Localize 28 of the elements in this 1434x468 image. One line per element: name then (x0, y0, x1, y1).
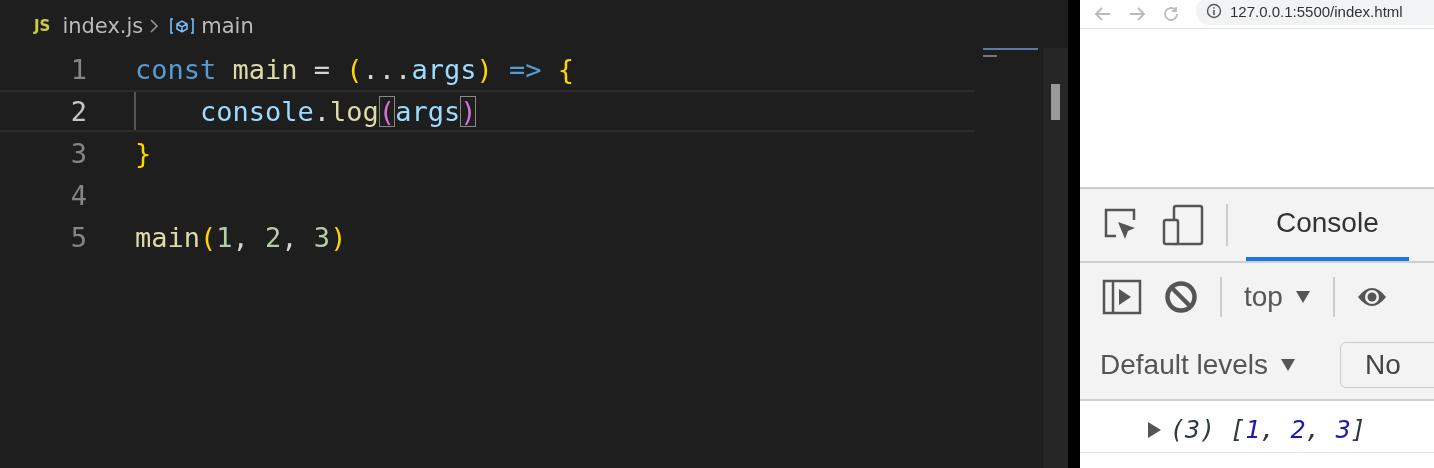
file-type-label: JS (34, 17, 51, 35)
code-line: } (135, 137, 152, 169)
device-toggle-icon[interactable] (1162, 204, 1204, 246)
code-line: console.log(args) (199, 95, 477, 127)
code-line: main(1, 2, 3) (135, 221, 347, 253)
console-tab[interactable]: Console (1246, 189, 1409, 261)
breadcrumb-file[interactable]: index.js (62, 14, 144, 38)
scrollbar[interactable] (1043, 48, 1068, 468)
variable-symbol-icon (169, 17, 196, 35)
expand-arrow-icon[interactable] (1146, 420, 1162, 439)
address-bar[interactable]: 127.0.0.1:5500/index.html (1196, 0, 1434, 25)
chevron-icon (149, 18, 160, 34)
code-line: const main = (...args) => { (135, 53, 574, 85)
context-dropdown[interactable]: top (1244, 281, 1311, 313)
scrollbar-thumb[interactable] (1051, 84, 1060, 120)
line-number: 1 (69, 53, 87, 85)
line-number: 5 (69, 221, 87, 253)
log-levels-dropdown[interactable]: Default levels (1100, 349, 1297, 381)
caret-icon (1280, 358, 1297, 372)
line-number: 3 (69, 137, 87, 169)
filter-field[interactable]: No (1340, 342, 1434, 388)
line-number: 4 (69, 179, 87, 211)
breadcrumb-symbol[interactable]: main (201, 14, 254, 38)
line-number: 2 (69, 95, 87, 127)
clear-console-icon[interactable] (1164, 280, 1198, 314)
info-icon (1206, 3, 1222, 19)
caret-icon (1294, 290, 1311, 304)
sidebar-toggle-icon[interactable] (1102, 279, 1142, 315)
